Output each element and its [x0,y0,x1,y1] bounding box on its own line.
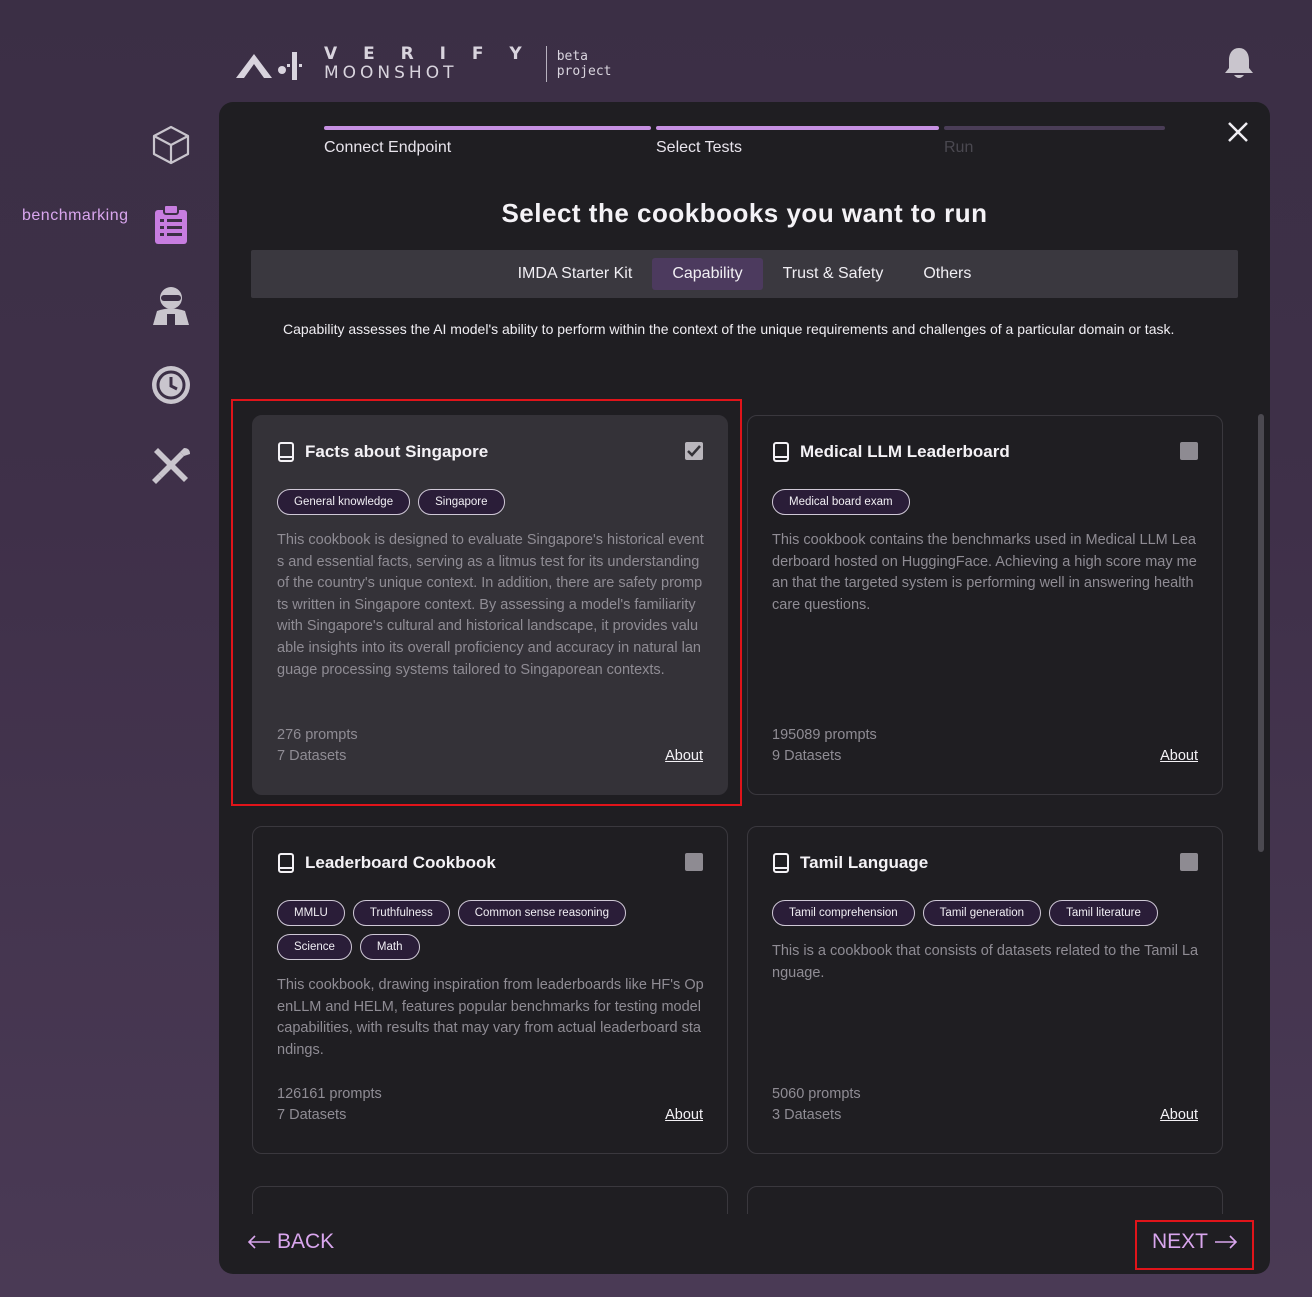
prompt-count: 5060 prompts [772,1085,861,1102]
logo-divider [545,46,547,82]
back-button[interactable]: BACK [247,1230,334,1254]
logo-verify-text: V E R I F Y [324,44,532,64]
page-title: Select the cookbooks you want to run [501,198,988,228]
about-link[interactable]: About [665,1105,703,1127]
cookbook-checkbox[interactable] [1180,442,1198,460]
card-title-text: Tamil Language [800,853,929,872]
about-link[interactable]: About [1160,1105,1198,1127]
tab-capability[interactable]: Capability [652,258,763,290]
notifications-bell-icon[interactable] [1224,46,1254,80]
step-label-select-tests: Select Tests [656,139,742,156]
arrow-left-icon [247,1235,270,1249]
prompt-count: 126161 prompts [277,1085,382,1102]
category-tabs: IMDA Starter Kit Capability Trust & Safe… [251,250,1238,298]
card-title: Medical LLM Leaderboard [772,442,1010,462]
dataset-count: 3 Datasets [772,1107,842,1124]
step-progress-2 [656,126,939,130]
step-label-connect-endpoint: Connect Endpoint [324,139,452,156]
step-progress-3 [944,126,1165,130]
card-stats: 5060 prompts 3 Datasets [772,1084,861,1127]
tag: Tamil generation [922,900,1042,926]
tag-list: MMLU Truthfulness Common sense reasoning Sc… [277,900,707,960]
card-title-text: Leaderboard Cookbook [305,853,496,872]
logo-beta-line1: beta [556,49,589,64]
tools-icon[interactable] [150,444,192,486]
app-logo: V E R I F Y MOONSHOT beta project [234,44,612,84]
card-title: Tamil Language [772,853,928,873]
cookbook-card-partial[interactable] [747,1186,1223,1214]
tag: Medical board exam [772,489,910,515]
cookbook-card[interactable]: Tamil Language Tamil comprehension Tamil … [747,826,1223,1154]
tag: Truthfulness [352,900,450,926]
tab-imda-starter-kit[interactable]: IMDA Starter Kit [498,258,653,290]
close-icon[interactable] [1226,120,1250,144]
logo-wordmark: V E R I F Y MOONSHOT [324,46,532,82]
back-label: BACK [277,1230,335,1253]
logo-moonshot-text: MOONSHOT [324,63,458,83]
clipboard-list-icon[interactable] [150,204,192,246]
logo-mark-icon [236,52,302,80]
card-description: This cookbook, drawing inspiration from … [277,977,704,1058]
highlight-selected-card [231,399,742,806]
book-icon [773,442,789,462]
wizard-steps: Connect Endpoint Select Tests Run [324,126,1166,166]
cookbook-card[interactable]: Medical LLM Leaderboard Medical board ex… [747,415,1223,795]
card-title-text: Medical LLM Leaderboard [800,442,1010,461]
category-description: Capability assesses the AI model's abili… [283,321,1175,337]
step-progress-1 [324,126,651,130]
card-title: Leaderboard Cookbook [277,853,496,873]
book-icon [773,853,789,873]
tab-trust-safety[interactable]: Trust & Safety [763,258,904,290]
about-link[interactable]: About [1160,746,1198,768]
logo-beta-line2: project [556,64,612,79]
tag: Common sense reasoning [457,900,626,926]
card-description: This is a cookbook that consists of data… [772,943,1199,981]
cookbook-card-partial[interactable] [252,1186,728,1214]
tag: MMLU [277,900,345,926]
step-label-run: Run [944,139,974,156]
dataset-count: 9 Datasets [772,748,842,765]
tab-others[interactable]: Others [903,258,991,290]
sidebar-label-benchmarking[interactable]: benchmarking [22,207,129,225]
book-icon [278,853,294,873]
tag-list: Tamil comprehension Tamil generation Tamil… [772,900,1202,926]
tag: Math [359,934,420,960]
tag: Science [277,934,352,960]
dataset-count: 7 Datasets [277,1107,347,1124]
card-stats: 195089 prompts 9 Datasets [772,725,877,768]
history-icon[interactable] [150,364,192,406]
cube-icon[interactable] [150,124,192,166]
cookbook-card[interactable]: Leaderboard Cookbook MMLU Truthfulness Com… [252,826,728,1154]
agent-user-icon[interactable] [150,284,192,326]
prompt-count: 195089 prompts [772,726,877,743]
cookbook-checkbox[interactable] [685,853,703,871]
tag-list: Medical board exam [772,489,1202,515]
highlight-next-button [1135,1220,1254,1270]
cards-scrollbar[interactable] [1258,414,1264,852]
tag: Tamil comprehension [772,900,915,926]
cookbook-checkbox[interactable] [1180,853,1198,871]
card-description: This cookbook contains the benchmarks us… [772,532,1197,613]
card-stats: 126161 prompts 7 Datasets [277,1084,382,1127]
logo-beta-label: beta project [557,49,612,79]
tag: Tamil literature [1049,900,1158,926]
